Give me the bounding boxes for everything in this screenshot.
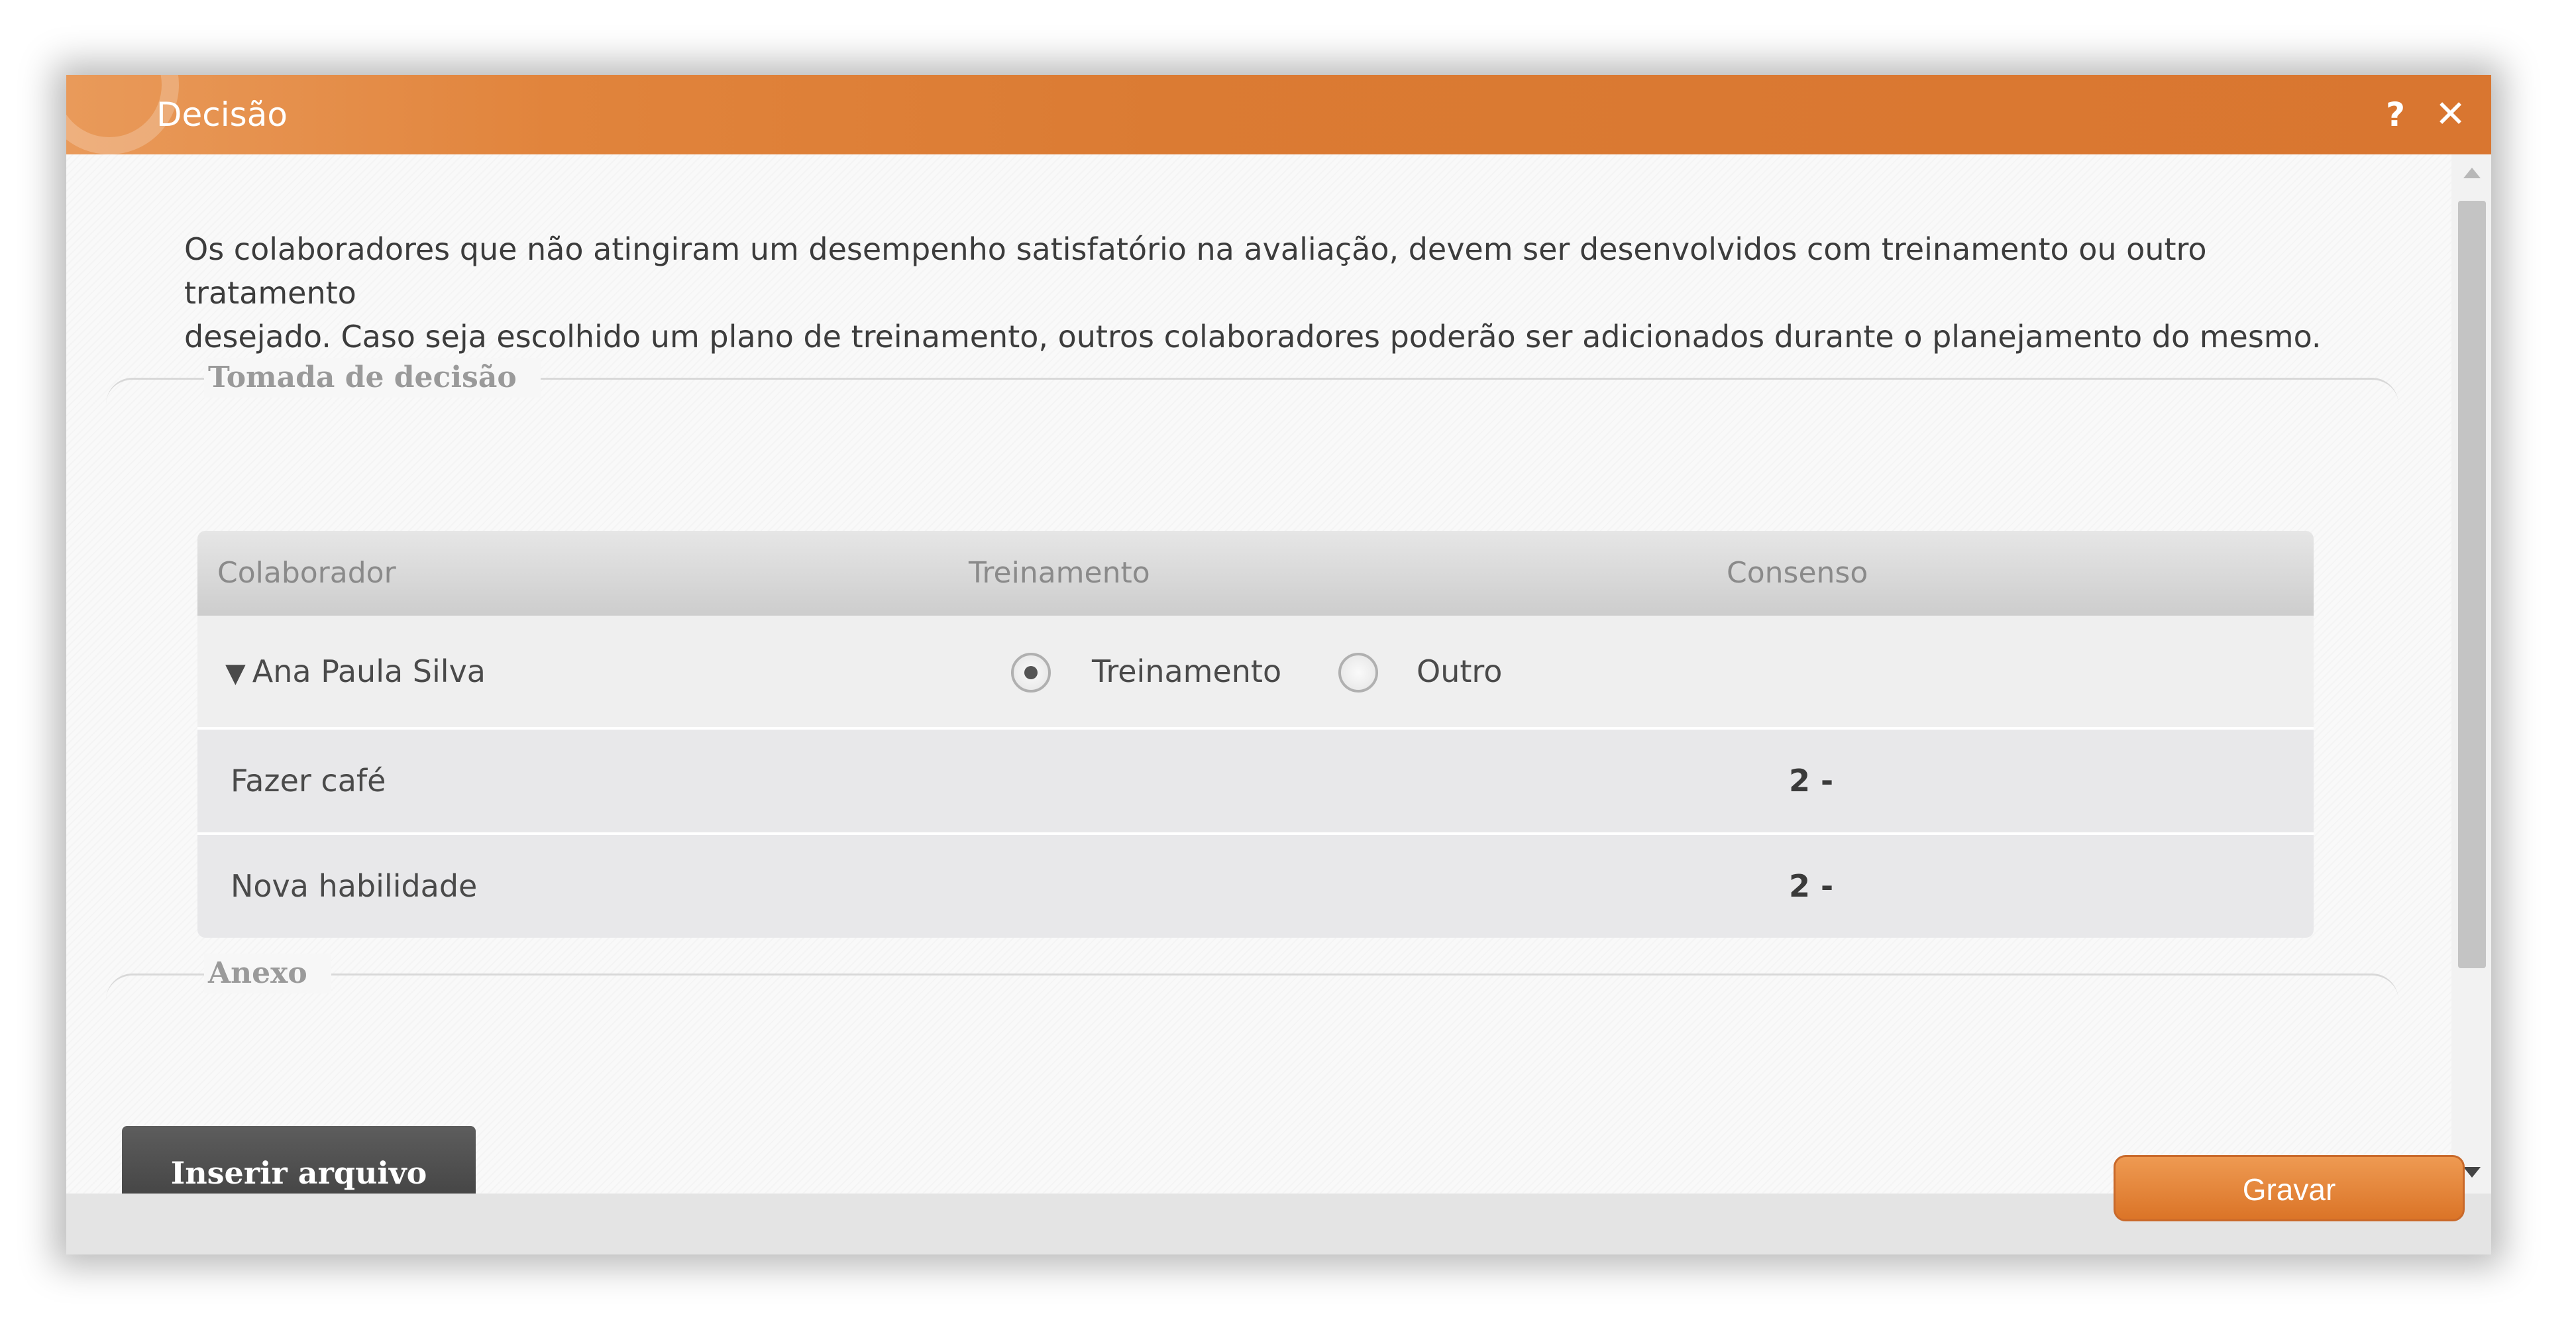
dialog-titlebar: Decisão ? ✕ — [66, 75, 2491, 154]
decision-dialog: Decisão ? ✕ Os colaboradores que não ati… — [66, 75, 2491, 1254]
vertical-scrollbar[interactable] — [2451, 154, 2491, 1194]
radio-treinamento[interactable] — [1011, 653, 1051, 693]
radio-outro[interactable] — [1338, 653, 1378, 693]
scroll-up-arrow-icon[interactable] — [2463, 168, 2481, 178]
intro-text: Os colaboradores que não atingiram um de… — [184, 227, 2371, 359]
column-header-consenso: Consenso — [1727, 556, 1868, 590]
intro-line-2: desejado. Caso seja escolhido um plano d… — [184, 319, 2322, 355]
attachment-section-divider — [106, 974, 2398, 1015]
collaborator-name-label: Ana Paula Silva — [252, 653, 486, 689]
consensus-value: 2 - — [1789, 763, 1834, 799]
table-header: Colaborador Treinamento Consenso — [197, 531, 2314, 616]
column-header-colaborador: Colaborador — [217, 556, 396, 590]
insert-file-button[interactable]: Inserir arquivo — [122, 1126, 476, 1194]
consensus-value: 2 - — [1789, 868, 1834, 904]
scroll-down-arrow-icon[interactable] — [2463, 1167, 2481, 1178]
table-row: Nova habilidade 2 - — [197, 832, 2314, 938]
close-icon[interactable]: ✕ — [2435, 75, 2466, 154]
scrollbar-thumb[interactable] — [2458, 201, 2486, 968]
radio-treinamento-label[interactable]: Treinamento — [1092, 616, 1281, 727]
collaborator-group-row: ▼ Ana Paula Silva Treinamento Outro — [197, 616, 2314, 727]
collaborator-name[interactable]: ▼ Ana Paula Silva — [225, 616, 486, 729]
radio-outro-label[interactable]: Outro — [1417, 616, 1502, 727]
help-icon[interactable]: ? — [2386, 75, 2405, 154]
skill-name: Nova habilidade — [231, 868, 478, 904]
decision-section-label: Tomada de decisão — [204, 358, 541, 398]
attachment-section-label: Anexo — [204, 954, 331, 993]
column-header-treinamento: Treinamento — [969, 556, 1150, 590]
table-row: Fazer café 2 - — [197, 727, 2314, 832]
dialog-content: Os colaboradores que não atingiram um de… — [66, 154, 2451, 1194]
intro-line-1: Os colaboradores que não atingiram um de… — [184, 231, 2207, 311]
decision-table: Colaborador Treinamento Consenso ▼ Ana Pa… — [197, 531, 2314, 938]
save-button[interactable]: Gravar — [2114, 1155, 2465, 1221]
dialog-title: Decisão — [156, 95, 288, 134]
skill-name: Fazer café — [231, 763, 386, 799]
caret-down-icon[interactable]: ▼ — [225, 658, 246, 689]
